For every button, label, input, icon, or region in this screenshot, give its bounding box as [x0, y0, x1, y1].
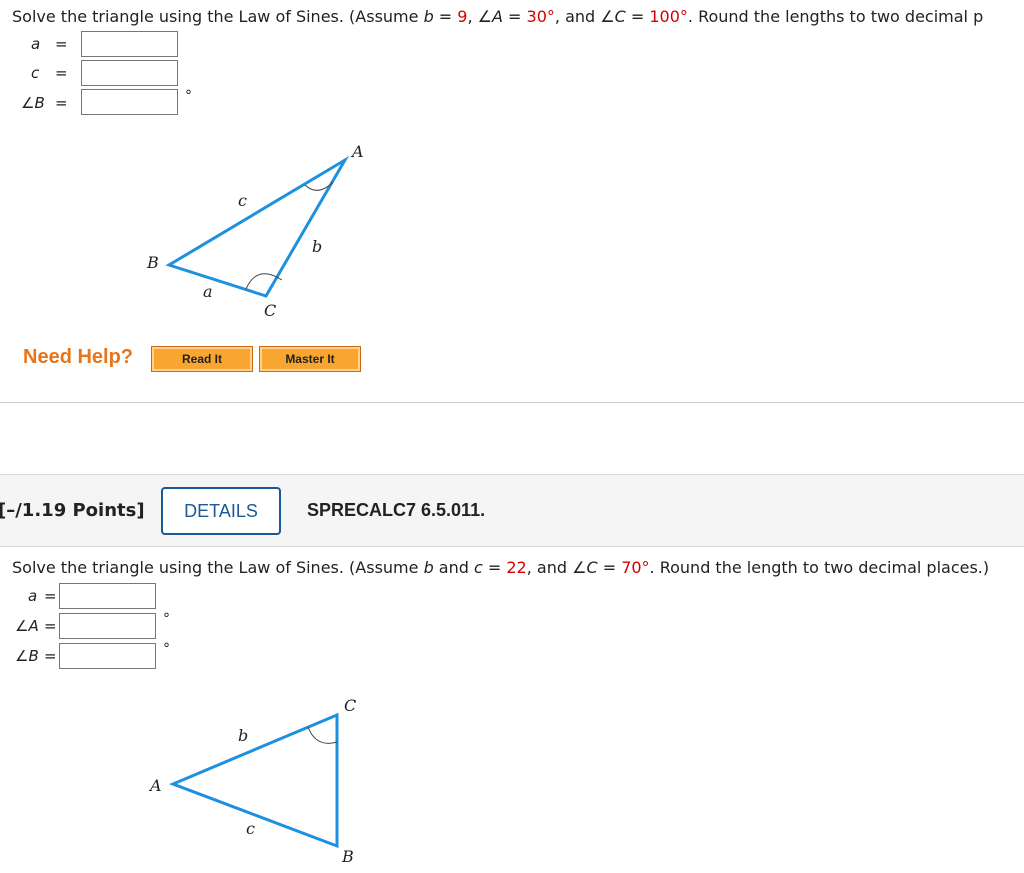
- angle-c-arc: [307, 726, 338, 744]
- side-label-c: c: [246, 819, 255, 838]
- side-label-b: b: [238, 726, 248, 745]
- vertex-label-b: B: [341, 847, 354, 866]
- triangle-diagram-2: C A B b c: [148, 696, 356, 866]
- vertex-label-c: C: [344, 696, 356, 715]
- vertex-label-a: A: [148, 776, 162, 795]
